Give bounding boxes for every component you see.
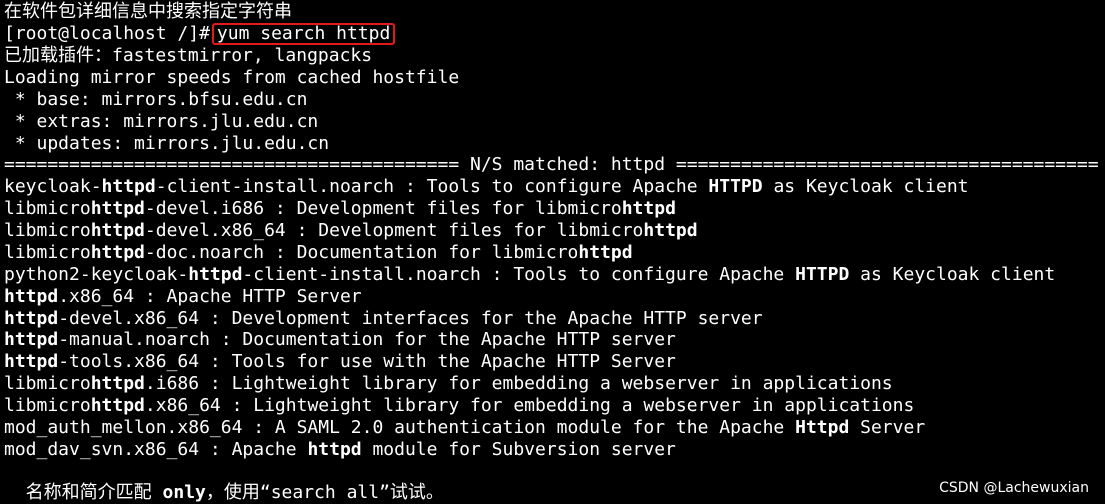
result-line: httpd-tools.x86_64 : Tools for use with … (4, 351, 676, 373)
highlighted-term: httpd (307, 439, 362, 460)
separator-line: ========================================… (4, 154, 1099, 175)
text-segment: 名称和简介匹配 (4, 482, 163, 503)
highlighted-term: HTTPD (708, 176, 763, 197)
watermark: CSDN @Lachewuxian (939, 480, 1089, 496)
text-segment: -devel.x86_64 : Development interfaces f… (58, 308, 763, 329)
text-segment: as Keycloak client (762, 176, 969, 197)
text-segment: libmicro (4, 373, 91, 394)
highlighted-term: httpd (4, 286, 59, 307)
highlighted-term: httpd (188, 264, 243, 285)
mirror-loading-line: Loading mirror speeds from cached hostfi… (4, 67, 460, 88)
plugins-line: 已加载插件：fastestmirror, langpacks (4, 45, 373, 66)
text-segment: -manual.noarch : Documentation for the A… (58, 329, 676, 350)
text-segment: .x86_64 : Lightweight library for embedd… (144, 395, 915, 416)
highlighted-term: httpd (90, 395, 145, 416)
result-line: libmicrohttpd-doc.noarch : Documentation… (4, 242, 633, 264)
result-line: mod_dav_svn.x86_64 : Apache httpd module… (4, 439, 676, 461)
highlighted-term: httpd (101, 176, 156, 197)
result-line: libmicrohttpd.i686 : Lightweight library… (4, 373, 893, 395)
highlighted-term: HTTPD (795, 264, 850, 285)
text-segment: python2-keycloak- (4, 264, 189, 285)
highlighted-term: httpd (90, 220, 145, 241)
text-segment: .x86_64 : Apache HTTP Server (58, 286, 362, 307)
highlighted-term: only (162, 482, 206, 503)
text-segment: keycloak- (4, 176, 102, 197)
heading-line: 在软件包详细信息中搜索指定字符串 (4, 1, 292, 22)
text-segment: -tools.x86_64 : Tools for use with the A… (58, 351, 676, 372)
highlighted-term: httpd (90, 242, 145, 263)
result-line: mod_auth_mellon.x86_64 : A SAML 2.0 auth… (4, 417, 925, 439)
highlighted-term: httpd (4, 329, 59, 350)
text-segment: .i686 : Lightweight library for embeddin… (144, 373, 893, 394)
text-segment: libmicro (4, 220, 91, 241)
highlighted-command: yum search httpd (211, 23, 396, 45)
text-segment: libmicro (4, 242, 91, 263)
mirror-line: * updates: mirrors.jlu.edu.cn (4, 133, 330, 154)
text-segment: ，使用“search all”试试。 (205, 482, 444, 503)
highlighted-term: httpd (90, 373, 145, 394)
terminal-output: 在软件包详细信息中搜索指定字符串 [root@localhost /]# yum … (4, 0, 1105, 504)
text-segment: -client-install.noarch : Tools to config… (155, 176, 709, 197)
result-line: libmicrohttpd-devel.i686 : Development f… (4, 198, 676, 220)
highlighted-term: httpd (4, 351, 59, 372)
text-segment: libmicro (4, 395, 91, 416)
highlighted-term: httpd (4, 308, 59, 329)
highlighted-term: httpd (621, 198, 676, 219)
text-segment: libmicro (4, 198, 91, 219)
result-line: httpd-manual.noarch : Documentation for … (4, 329, 676, 351)
highlighted-term: httpd (643, 220, 698, 241)
text-segment: Server (849, 417, 926, 438)
mirror-line: * extras: mirrors.jlu.edu.cn (4, 111, 319, 132)
text-segment: mod_auth_mellon.x86_64 : A SAML 2.0 auth… (4, 417, 796, 438)
prompt-line: [root@localhost /]# yum search httpd (4, 23, 396, 45)
highlighted-term: httpd (578, 242, 633, 263)
text-segment: as Keycloak client (849, 264, 1056, 285)
shell-prompt: [root@localhost /]# (4, 23, 210, 44)
mirror-line: * base: mirrors.bfsu.edu.cn (4, 89, 308, 110)
result-line: libmicrohttpd.x86_64 : Lightweight libra… (4, 395, 914, 417)
text-segment: module for Subversion server (361, 439, 676, 460)
result-line: libmicrohttpd-devel.x86_64 : Development… (4, 220, 698, 242)
highlighted-term: httpd (90, 198, 145, 219)
text-segment: -devel.x86_64 : Development files for li… (144, 220, 644, 241)
text-segment: -devel.i686 : Development files for libm… (144, 198, 622, 219)
result-line: python2-keycloak-httpd-client-install.no… (4, 264, 1055, 286)
result-line: httpd.x86_64 : Apache HTTP Server (4, 286, 362, 308)
highlighted-term: Httpd (795, 417, 850, 438)
footer-hint-line: 名称和简介匹配 only，使用“search all”试试。 (4, 482, 444, 504)
text-segment: -doc.noarch : Documentation for libmicro (144, 242, 579, 263)
text-segment: mod_dav_svn.x86_64 : Apache (4, 439, 308, 460)
text-segment: -client-install.noarch : Tools to config… (242, 264, 796, 285)
result-line: httpd-devel.x86_64 : Development interfa… (4, 308, 763, 330)
result-line: keycloak-httpd-client-install.noarch : T… (4, 176, 969, 198)
